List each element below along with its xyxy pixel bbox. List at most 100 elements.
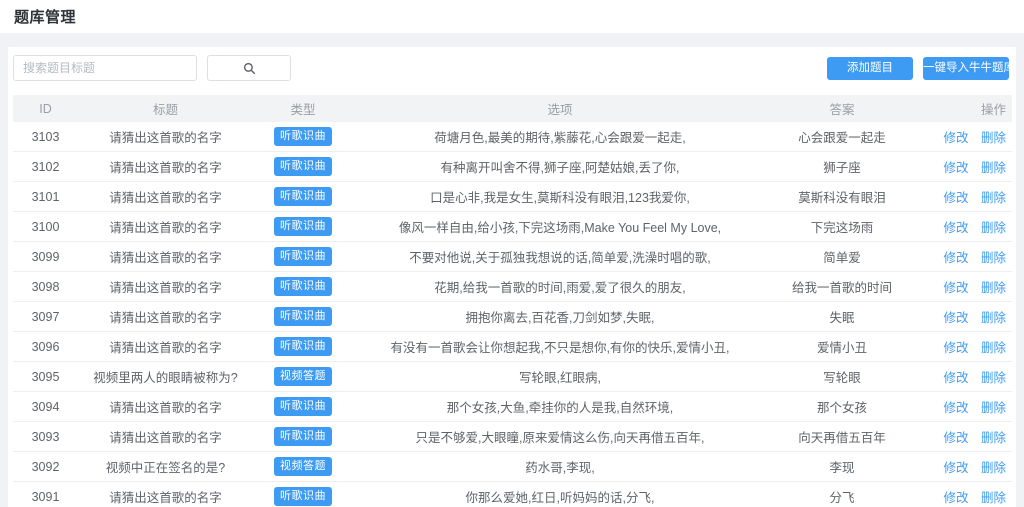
delete-link[interactable]: 删除: [981, 281, 1006, 295]
cell-title: 请猜出这首歌的名字: [78, 127, 253, 146]
type-badge: 听歌识曲: [274, 337, 332, 356]
cell-actions: 修改 删除: [917, 187, 1012, 206]
delete-link[interactable]: 删除: [981, 131, 1006, 145]
cell-type: 视频答题: [253, 457, 353, 476]
cell-type: 听歌识曲: [253, 427, 353, 446]
edit-link[interactable]: 修改: [943, 431, 968, 445]
edit-link[interactable]: 修改: [943, 161, 968, 175]
cell-actions: 修改 删除: [917, 397, 1012, 416]
search-input[interactable]: [13, 55, 197, 81]
cell-id: 3101: [13, 190, 78, 204]
type-badge: 视频答题: [274, 367, 332, 386]
toolbar: 添加题目 一键导入牛牛题库: [13, 55, 1012, 81]
cell-title: 视频中正在签名的是?: [78, 457, 253, 476]
page-title: 题库管理: [14, 6, 76, 27]
top-bar: 题库管理: [0, 0, 1024, 33]
delete-link[interactable]: 删除: [981, 461, 1006, 475]
edit-link[interactable]: 修改: [943, 131, 968, 145]
edit-link[interactable]: 修改: [943, 191, 968, 205]
delete-link[interactable]: 删除: [981, 161, 1006, 175]
delete-link[interactable]: 删除: [981, 221, 1006, 235]
cell-id: 3102: [13, 160, 78, 174]
cell-options: 写轮眼,红眼病,: [353, 367, 767, 386]
cell-title: 视频里两人的眼睛被称为?: [78, 367, 253, 386]
cell-actions: 修改 删除: [917, 337, 1012, 356]
cell-actions: 修改 删除: [917, 217, 1012, 236]
cell-actions: 修改 删除: [917, 427, 1012, 446]
header-title: 标题: [78, 99, 253, 118]
cell-title: 请猜出这首歌的名字: [78, 247, 253, 266]
cell-answer: 狮子座: [767, 157, 917, 176]
edit-link[interactable]: 修改: [943, 221, 968, 235]
cell-title: 请猜出这首歌的名字: [78, 157, 253, 176]
header-actions: 操作: [917, 99, 1012, 118]
cell-answer: 李现: [767, 457, 917, 476]
cell-id: 3091: [13, 490, 78, 504]
cell-actions: 修改 删除: [917, 157, 1012, 176]
type-badge: 听歌识曲: [274, 127, 332, 146]
cell-title: 请猜出这首歌的名字: [78, 217, 253, 236]
delete-link[interactable]: 删除: [981, 251, 1006, 265]
cell-options: 荷塘月色,最美的期待,紫藤花,心会跟爱一起走,: [353, 127, 767, 146]
edit-link[interactable]: 修改: [943, 491, 968, 505]
edit-link[interactable]: 修改: [943, 371, 968, 385]
cell-id: 3098: [13, 280, 78, 294]
header-type: 类型: [253, 99, 353, 118]
cell-options: 拥抱你离去,百花香,刀剑如梦,失眠,: [353, 307, 767, 326]
cell-type: 听歌识曲: [253, 217, 353, 236]
cell-type: 听歌识曲: [253, 127, 353, 146]
edit-link[interactable]: 修改: [943, 251, 968, 265]
cell-actions: 修改 删除: [917, 127, 1012, 146]
cell-type: 听歌识曲: [253, 247, 353, 266]
cell-options: 那个女孩,大鱼,牵挂你的人是我,自然环境,: [353, 397, 767, 416]
edit-link[interactable]: 修改: [943, 281, 968, 295]
cell-title: 请猜出这首歌的名字: [78, 487, 253, 506]
cell-options: 有没有一首歌会让你想起我,不只是想你,有你的快乐,爱情小丑,: [353, 337, 767, 356]
delete-link[interactable]: 删除: [981, 431, 1006, 445]
import-bank-button[interactable]: 一键导入牛牛题库: [923, 57, 1009, 80]
delete-link[interactable]: 删除: [981, 401, 1006, 415]
cell-type: 听歌识曲: [253, 187, 353, 206]
delete-link[interactable]: 删除: [981, 371, 1006, 385]
cell-options: 像风一样自由,给小孩,下完这场雨,Make You Feel My Love,: [353, 217, 767, 236]
add-question-button[interactable]: 添加题目: [827, 57, 913, 80]
cell-options: 不要对他说,关于孤独我想说的话,简单爱,洗澡时唱的歌,: [353, 247, 767, 266]
delete-link[interactable]: 删除: [981, 341, 1006, 355]
cell-answer: 那个女孩: [767, 397, 917, 416]
cell-options: 药水哥,李现,: [353, 457, 767, 476]
table-row: 3092 视频中正在签名的是? 视频答题 药水哥,李现, 李现 修改 删除: [13, 452, 1012, 482]
cell-type: 听歌识曲: [253, 337, 353, 356]
edit-link[interactable]: 修改: [943, 461, 968, 475]
edit-link[interactable]: 修改: [943, 401, 968, 415]
cell-id: 3096: [13, 340, 78, 354]
header-options: 选项: [353, 99, 767, 118]
cell-actions: 修改 删除: [917, 277, 1012, 296]
table-row: 3102 请猜出这首歌的名字 听歌识曲 有种离开叫舍不得,狮子座,阿楚姑娘,丢了…: [13, 152, 1012, 182]
type-badge: 听歌识曲: [274, 247, 332, 266]
cell-title: 请猜出这首歌的名字: [78, 427, 253, 446]
search-button[interactable]: [207, 55, 291, 81]
table-row: 3094 请猜出这首歌的名字 听歌识曲 那个女孩,大鱼,牵挂你的人是我,自然环境…: [13, 392, 1012, 422]
header-id: ID: [13, 102, 78, 116]
cell-answer: 爱情小丑: [767, 337, 917, 356]
cell-options: 口是心非,我是女生,莫斯科没有眼泪,123我爱你,: [353, 187, 767, 206]
search-icon: [243, 62, 256, 75]
cell-id: 3095: [13, 370, 78, 384]
delete-link[interactable]: 删除: [981, 491, 1006, 505]
delete-link[interactable]: 删除: [981, 191, 1006, 205]
cell-actions: 修改 删除: [917, 457, 1012, 476]
cell-type: 听歌识曲: [253, 487, 353, 506]
delete-link[interactable]: 删除: [981, 311, 1006, 325]
type-badge: 听歌识曲: [274, 487, 332, 506]
cell-id: 3103: [13, 130, 78, 144]
edit-link[interactable]: 修改: [943, 341, 968, 355]
type-badge: 听歌识曲: [274, 217, 332, 236]
header-answer: 答案: [767, 99, 917, 118]
edit-link[interactable]: 修改: [943, 311, 968, 325]
table-row: 3091 请猜出这首歌的名字 听歌识曲 你那么爱她,红日,听妈妈的话,分飞, 分…: [13, 482, 1012, 507]
question-table: ID 标题 类型 选项 答案 操作 3103 请猜出这首歌的名字 听歌识曲 荷塘…: [13, 95, 1012, 507]
cell-answer: 给我一首歌的时间: [767, 277, 917, 296]
table-header-row: ID 标题 类型 选项 答案 操作: [13, 95, 1012, 122]
cell-type: 听歌识曲: [253, 307, 353, 326]
table-row: 3101 请猜出这首歌的名字 听歌识曲 口是心非,我是女生,莫斯科没有眼泪,12…: [13, 182, 1012, 212]
